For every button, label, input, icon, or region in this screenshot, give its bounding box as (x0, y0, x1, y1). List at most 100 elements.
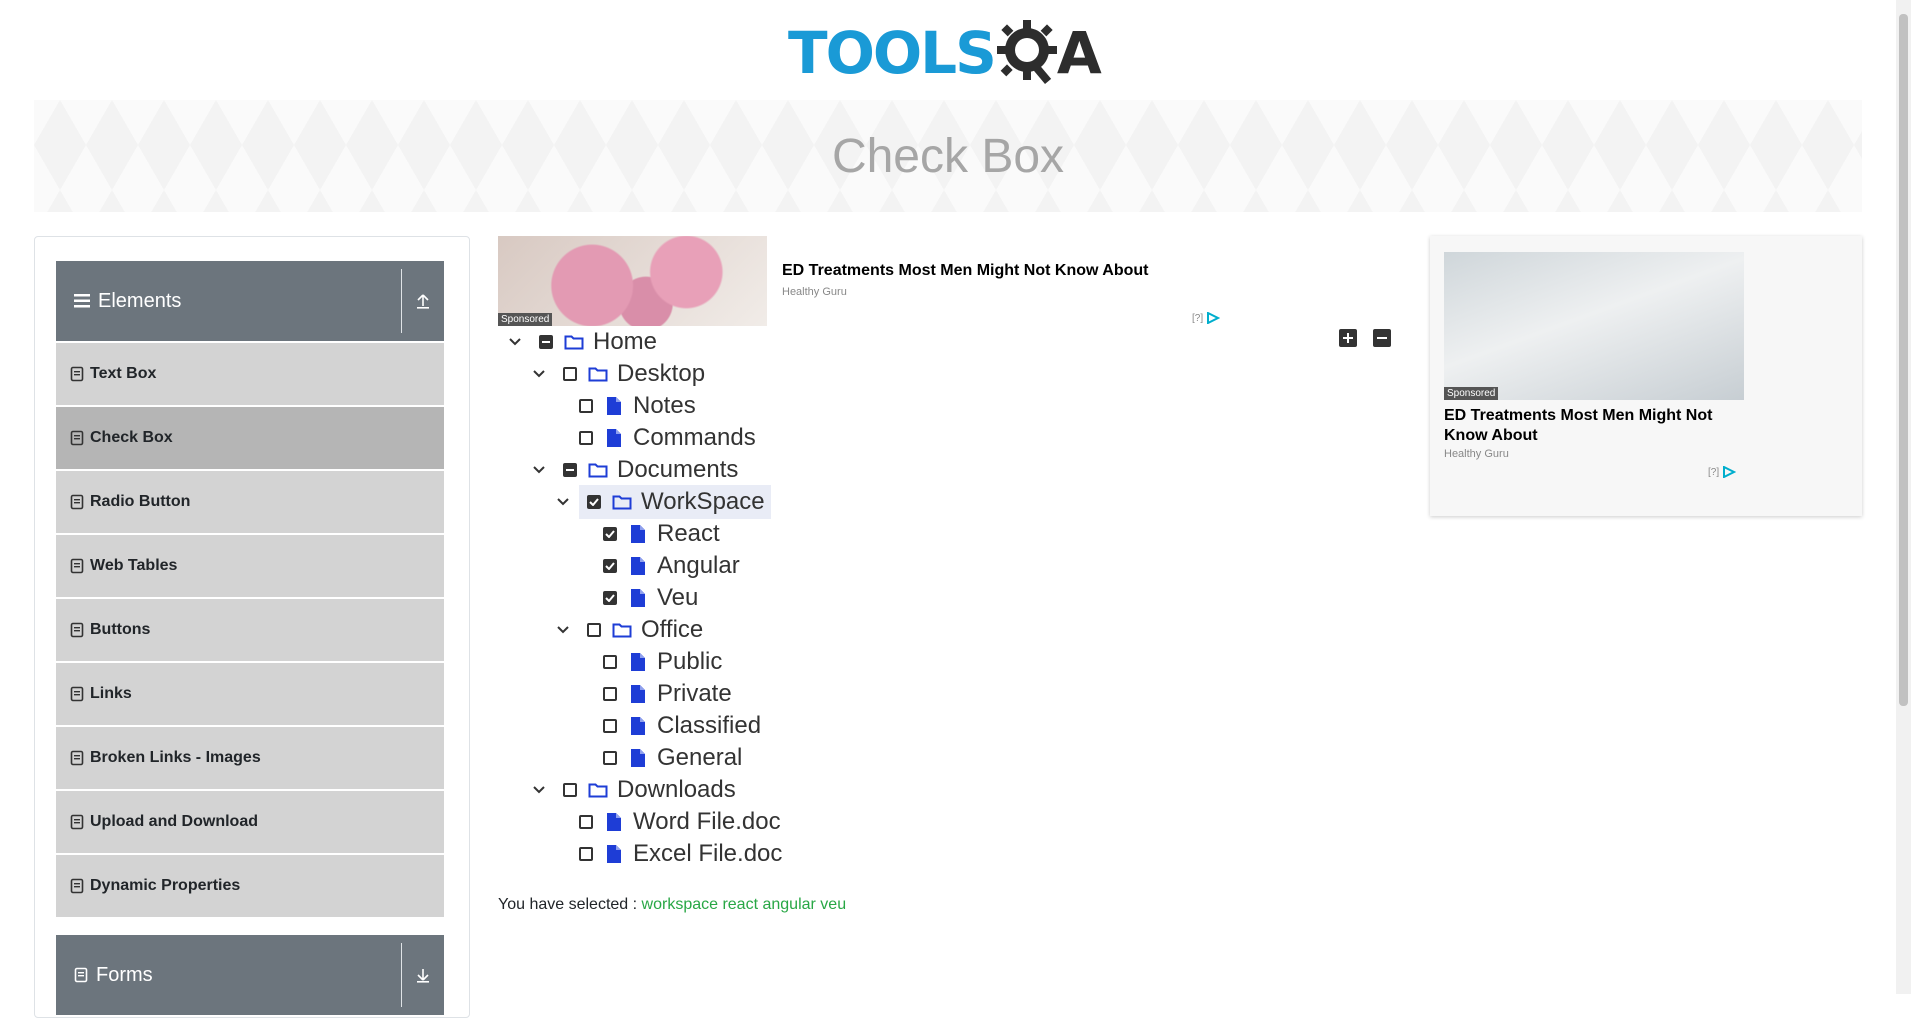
checkbox[interactable] (603, 527, 617, 541)
tree-node-label[interactable]: General (657, 744, 742, 772)
checkbox[interactable] (603, 559, 617, 573)
chevron-down-icon[interactable] (529, 364, 549, 384)
group-header-elements[interactable]: Elements (56, 261, 444, 341)
file-icon (603, 395, 625, 417)
plus-icon (1343, 333, 1353, 343)
ad-image[interactable]: Sponsored (498, 236, 767, 326)
tree-node-home: Home (505, 327, 657, 357)
chevron-down-icon[interactable] (553, 620, 573, 640)
tree-node-workspace: WorkSpace (553, 485, 771, 519)
adchoices-icon (1207, 312, 1221, 324)
menu-item-label: Links (90, 685, 132, 702)
ad-choices[interactable]: [?] (1192, 312, 1221, 324)
tree-node-highlight: WorkSpace (579, 485, 771, 519)
file-icon (627, 587, 649, 609)
folder-icon (611, 619, 633, 641)
tree-node-label[interactable]: Notes (633, 392, 696, 420)
checkbox[interactable] (539, 335, 553, 349)
tree-node-label[interactable]: Office (641, 616, 703, 644)
menu-item-text-box[interactable]: Text Box (56, 343, 444, 407)
menu-item-links[interactable]: Links (56, 663, 444, 727)
chevron-down-icon[interactable] (529, 780, 549, 800)
checkbox[interactable] (603, 751, 617, 765)
menu-item-label: Upload and Download (90, 813, 258, 830)
menu-item-check-box[interactable]: Check Box (56, 407, 444, 471)
tree-node-label[interactable]: Commands (633, 424, 756, 452)
tree-node-label[interactable]: Angular (657, 552, 740, 580)
checkbox[interactable] (587, 495, 601, 509)
checkbox[interactable] (603, 719, 617, 733)
checkbox[interactable] (563, 463, 577, 477)
collapse-up-icon[interactable] (402, 292, 444, 310)
tree-node-classified: Classified (603, 711, 761, 741)
tree-node-label[interactable]: WorkSpace (641, 488, 765, 516)
page-title: Check Box (831, 129, 1065, 183)
expand-down-icon[interactable] (402, 966, 444, 984)
checkbox[interactable] (587, 623, 601, 637)
tree-node-downloads: Downloads (529, 775, 736, 805)
expand-all-button[interactable] (1339, 329, 1357, 347)
scrollbar-thumb[interactable] (1899, 14, 1908, 706)
menu-item-label: Check Box (90, 429, 173, 446)
checkbox[interactable] (579, 847, 593, 861)
chevron-down-icon[interactable] (553, 492, 573, 512)
menu-item-label: Dynamic Properties (90, 877, 241, 894)
checkbox[interactable] (603, 687, 617, 701)
tree-node-public: Public (603, 647, 722, 677)
menu-item-dynamic-properties[interactable]: Dynamic Properties (56, 855, 444, 919)
sidebar: Elements Text Box Check Box Radio Button… (34, 236, 470, 1018)
chevron-down-icon[interactable] (505, 332, 525, 352)
tree-node-label[interactable]: Desktop (617, 360, 705, 388)
toolsqa-logo[interactable]: TOOLS A (788, 14, 1113, 92)
tree-node-label[interactable]: Word File.doc (633, 808, 781, 836)
menu-icon (74, 294, 90, 308)
result-selected-items: workspace react angular veu (641, 896, 847, 913)
tree-node-label[interactable]: React (657, 520, 720, 548)
file-icon (603, 811, 625, 833)
checkbox[interactable] (603, 591, 617, 605)
tree-node-label[interactable]: Public (657, 648, 722, 676)
menu-item-buttons[interactable]: Buttons (56, 599, 444, 663)
tree-node-commands: Commands (579, 423, 756, 453)
tree-node-label[interactable]: Veu (657, 584, 698, 612)
menu-item-web-tables[interactable]: Web Tables (56, 535, 444, 599)
tree-node-label[interactable]: Excel File.doc (633, 840, 782, 868)
ad-info-mark: [?] (1708, 466, 1720, 478)
collapse-all-button[interactable] (1373, 329, 1391, 347)
tree-node-label[interactable]: Private (657, 680, 732, 708)
ad-info-mark: [?] (1192, 312, 1204, 324)
tree-node-label[interactable]: Home (593, 328, 657, 356)
menu-item-broken-links[interactable]: Broken Links - Images (56, 727, 444, 791)
list-icon (70, 686, 84, 702)
folder-icon (587, 459, 609, 481)
checkbox[interactable] (563, 783, 577, 797)
side-ad-source: Healthy Guru (1444, 448, 1509, 460)
side-ad-title[interactable]: ED Treatments Most Men Might Not Know Ab… (1444, 406, 1744, 446)
tree-node-angular: Angular (603, 551, 740, 581)
tree-node-documents: Documents (529, 455, 738, 485)
tree-node-label[interactable]: Classified (657, 712, 761, 740)
file-icon (627, 555, 649, 577)
file-icon (627, 683, 649, 705)
checkbox[interactable] (603, 655, 617, 669)
checkbox[interactable] (579, 431, 593, 445)
tree-node-desktop: Desktop (529, 359, 705, 389)
list-icon (70, 750, 84, 766)
menu-item-radio-button[interactable]: Radio Button (56, 471, 444, 535)
side-ad-choices[interactable]: [?] (1708, 466, 1737, 478)
checkbox[interactable] (579, 399, 593, 413)
group-header-forms[interactable]: Forms (56, 935, 444, 1015)
menu-item-upload-download[interactable]: Upload and Download (56, 791, 444, 855)
chevron-down-icon[interactable] (529, 460, 549, 480)
ad-title[interactable]: ED Treatments Most Men Might Not Know Ab… (782, 262, 1149, 280)
tree-node-label[interactable]: Downloads (617, 776, 736, 804)
side-ad-image[interactable]: Sponsored (1444, 252, 1744, 400)
list-icon (70, 814, 84, 830)
tree-node-label[interactable]: Documents (617, 456, 738, 484)
checkbox[interactable] (563, 367, 577, 381)
checkbox[interactable] (579, 815, 593, 829)
group-title: Elements (74, 290, 401, 313)
menu-item-label: Web Tables (90, 557, 178, 574)
minus-icon (1377, 337, 1387, 339)
list-icon (70, 494, 84, 510)
